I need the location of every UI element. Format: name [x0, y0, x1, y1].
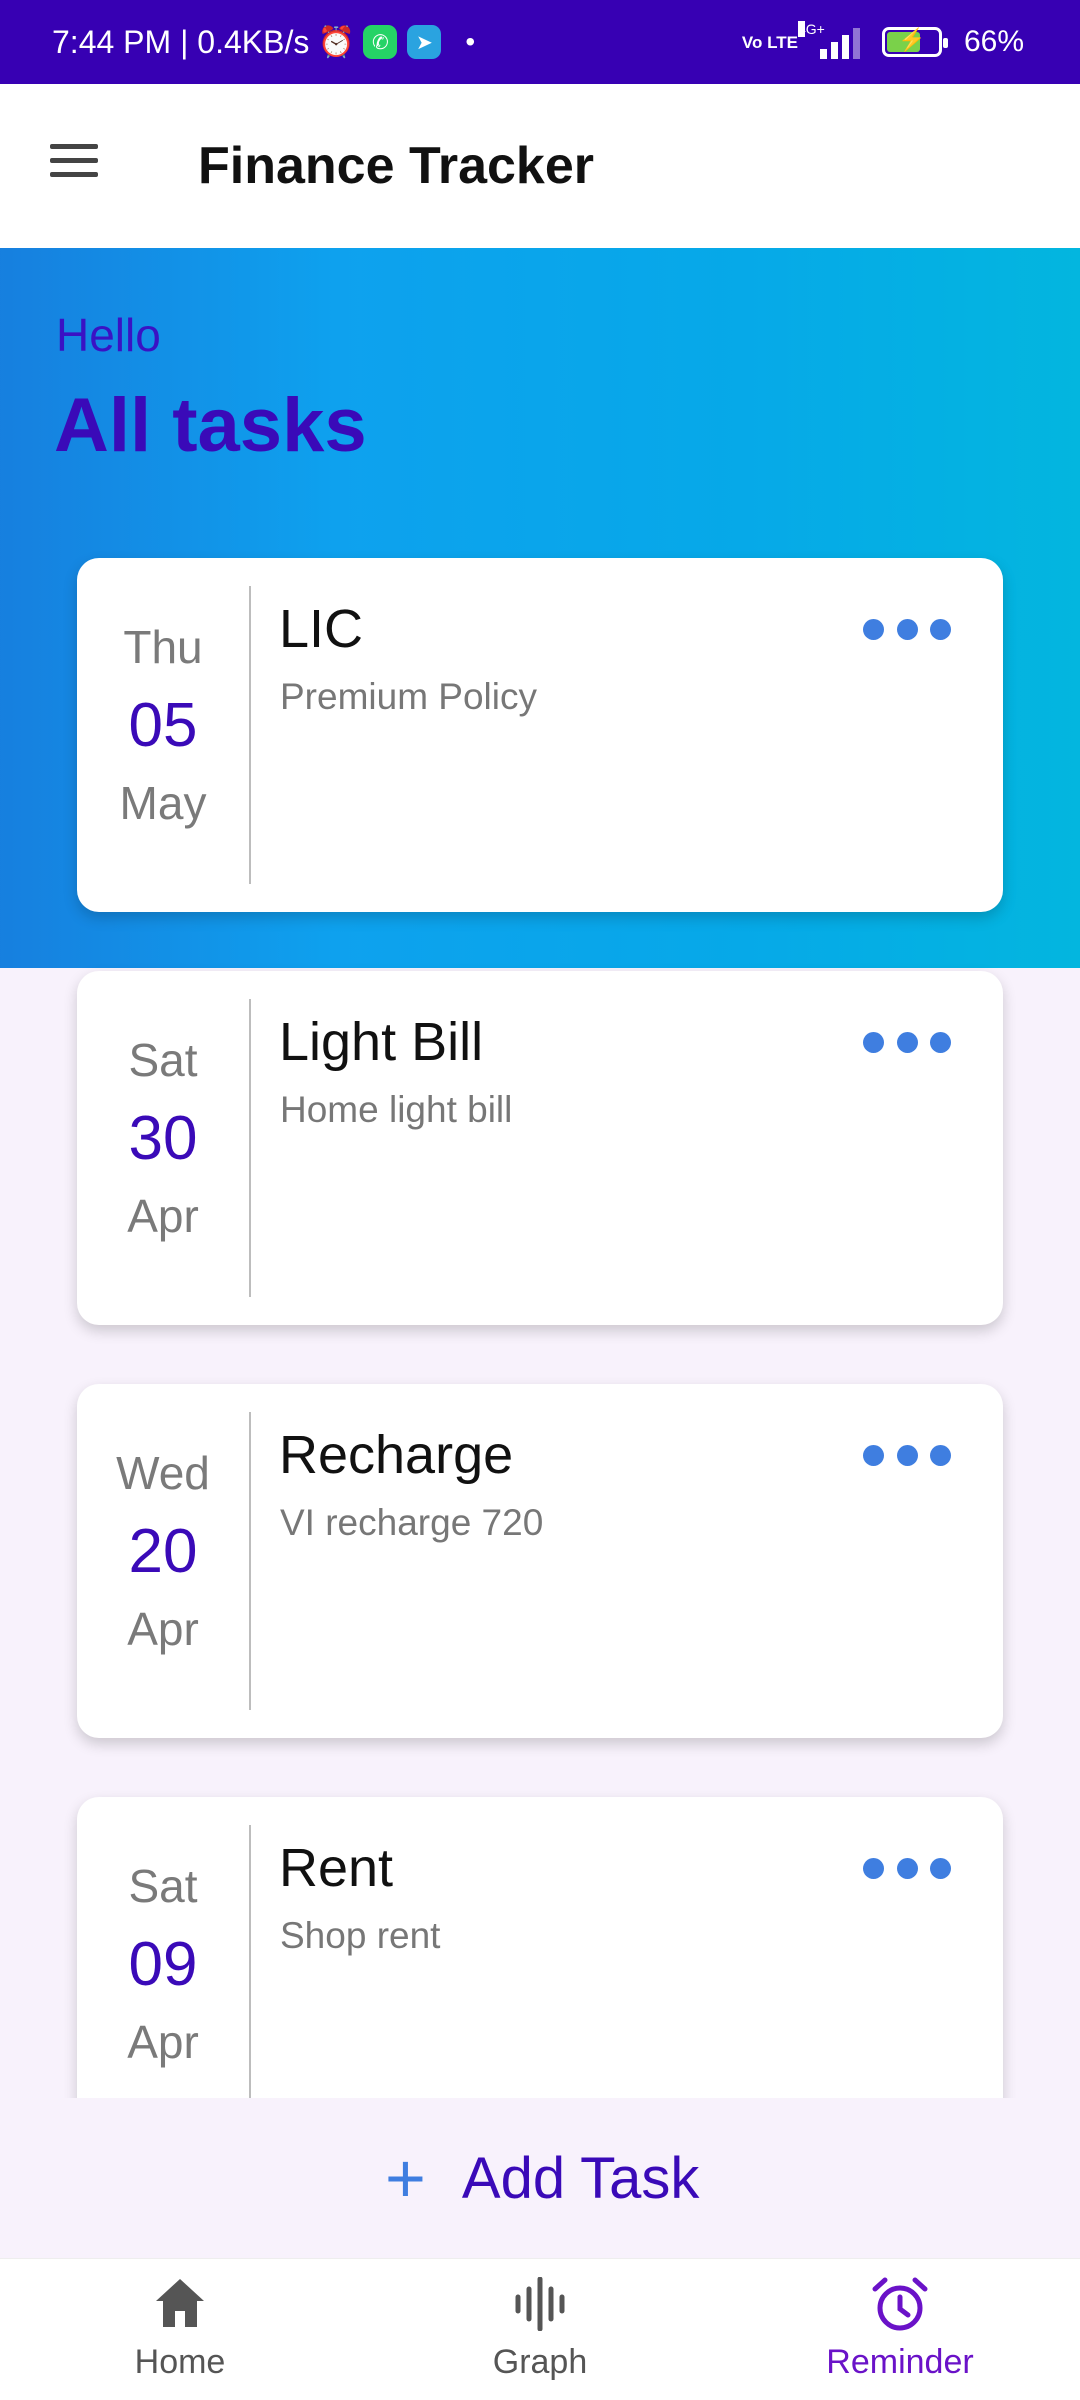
plus-icon: +: [385, 2139, 426, 2217]
task-date: Sat 09 Apr: [77, 1797, 249, 2098]
nav-label-home: Home: [134, 2343, 226, 2381]
task-weekday: Wed: [116, 1447, 210, 1499]
task-title: Rent: [279, 1838, 394, 1898]
task-weekday: Sat: [128, 1034, 198, 1086]
task-date: Thu 05 May: [77, 558, 249, 912]
task-title: LIC: [279, 599, 364, 659]
nav-label-graph: Graph: [492, 2343, 588, 2381]
card-divider: [249, 1825, 251, 2098]
more-options-icon[interactable]: [863, 614, 951, 644]
task-card[interactable]: Sat 30 Apr Light Bill Home light bill: [77, 971, 1003, 1325]
alarm-clock-icon: [872, 2277, 928, 2331]
task-subtitle: Shop rent: [280, 1915, 441, 1956]
task-month: Apr: [127, 1603, 199, 1655]
task-title: Light Bill: [279, 1012, 484, 1072]
task-month: May: [119, 777, 207, 829]
task-weekday: Thu: [123, 621, 203, 673]
task-subtitle: Premium Policy: [280, 676, 537, 717]
more-options-icon[interactable]: [863, 1440, 951, 1470]
more-options-icon[interactable]: [863, 1027, 951, 1057]
card-divider: [249, 586, 251, 884]
task-day: 09: [128, 1930, 198, 1999]
card-divider: [249, 1412, 251, 1710]
task-title: Recharge: [279, 1425, 514, 1485]
nav-item-home[interactable]: Home: [80, 2277, 280, 2387]
task-month: Apr: [127, 2016, 199, 2068]
add-task-button[interactable]: + Add Task: [385, 2132, 699, 2224]
task-day: 20: [128, 1517, 198, 1586]
task-month: Apr: [127, 1190, 199, 1242]
nav-item-graph[interactable]: Graph: [440, 2277, 640, 2387]
card-divider: [249, 999, 251, 1297]
task-day: 05: [128, 691, 198, 760]
task-card[interactable]: Wed 20 Apr Recharge VI recharge 720: [77, 1384, 1003, 1738]
task-list: Thu 05 May LIC Premium Policy Sat 30 Apr…: [0, 0, 1080, 2098]
add-task-label: Add Task: [461, 2145, 700, 2211]
bottom-nav: Home Graph Reminder: [0, 2258, 1080, 2400]
more-options-icon[interactable]: [863, 1853, 951, 1883]
task-subtitle: Home light bill: [280, 1089, 513, 1130]
task-date: Sat 30 Apr: [77, 971, 249, 1325]
task-weekday: Sat: [128, 1860, 198, 1912]
task-card[interactable]: Thu 05 May LIC Premium Policy: [77, 558, 1003, 912]
nav-item-reminder[interactable]: Reminder: [800, 2277, 1000, 2387]
task-day: 30: [128, 1104, 198, 1173]
nav-label-reminder: Reminder: [826, 2343, 974, 2381]
task-date: Wed 20 Apr: [77, 1384, 249, 1738]
add-task-bar: + Add Task: [0, 2098, 1080, 2258]
task-subtitle: VI recharge 720: [280, 1502, 544, 1543]
graph-icon: [515, 2277, 565, 2331]
home-icon: [156, 2279, 204, 2327]
task-card[interactable]: Sat 09 Apr Rent Shop rent: [77, 1797, 1003, 2098]
